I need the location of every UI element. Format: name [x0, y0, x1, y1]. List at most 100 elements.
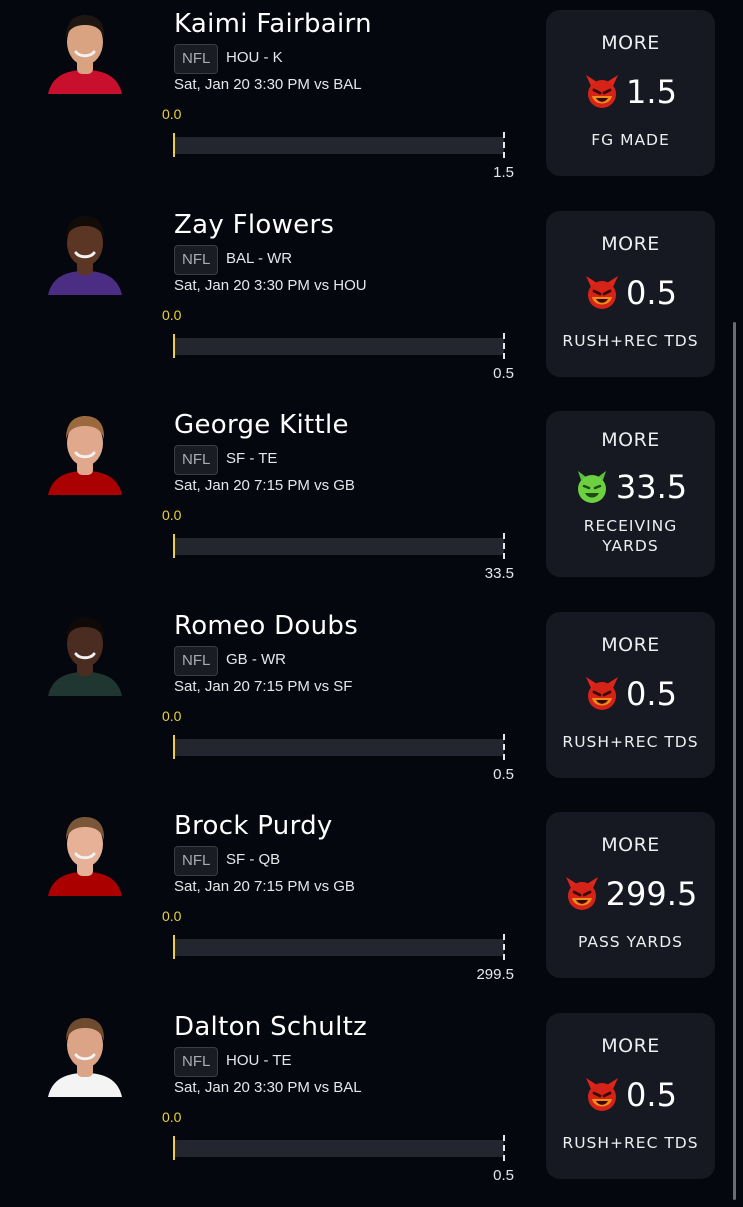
more-pick-button[interactable]: MORE 299.5 PASS YARDS: [546, 812, 715, 979]
more-pick-button[interactable]: MORE 1.5 FG MADE: [546, 10, 715, 176]
projection-list: Kaimi Fairbairn NFL HOU - K Sat, Jan 20 …: [0, 0, 743, 1200]
game-info: Sat, Jan 20 7:15 PM vs GB: [174, 477, 355, 495]
player-card-zay-flowers: Zay Flowers NFL BAL - WR Sat, Jan 20 3:3…: [0, 205, 743, 405]
red-devil-icon: [584, 1077, 620, 1113]
player-name[interactable]: Zay Flowers: [174, 210, 334, 240]
current-value: 0.0: [162, 908, 182, 925]
more-pick-button[interactable]: MORE 0.5 RUSH+REC TDS: [546, 611, 715, 778]
stat-label: RUSH+REC TDS: [562, 331, 699, 350]
line-row: 1.5: [546, 72, 715, 112]
target-value: 0.5: [493, 1167, 514, 1184]
league-badge: NFL: [174, 244, 219, 275]
game-info: Sat, Jan 20 3:30 PM vs BAL: [174, 76, 362, 93]
target-value: 1.5: [493, 164, 514, 181]
player-card-brock-purdy: Brock Purdy NFL SF - QB Sat, Jan 20 7:15…: [0, 806, 743, 1006]
progress-start-marker: [173, 333, 175, 358]
line-value: 299.5: [605, 875, 698, 914]
target-value: 0.5: [493, 364, 514, 382]
league-badge: NFL: [174, 645, 219, 676]
line-row: 0.5: [546, 273, 715, 313]
red-devil-icon: [584, 676, 620, 712]
player-card-kaimi-fairbairn: Kaimi Fairbairn NFL HOU - K Sat, Jan 20 …: [0, 4, 743, 204]
current-value: 0.0: [162, 507, 182, 524]
progress-track: [174, 137, 504, 154]
league-badge: NFL: [174, 1047, 219, 1077]
more-label: MORE: [601, 429, 660, 452]
team-position: BAL - WR: [226, 249, 293, 267]
progress-track: [174, 939, 504, 957]
more-pick-button[interactable]: MORE 33.5 RECEIVING YARDS: [546, 411, 715, 578]
stat-label: RECEIVING YARDS: [583, 517, 678, 556]
target-value: 33.5: [484, 565, 514, 583]
progress-track: [174, 1140, 504, 1157]
league-badge: NFL: [174, 846, 219, 877]
player-avatar[interactable]: [44, 405, 126, 496]
current-value: 0.0: [162, 106, 182, 122]
red-devil-icon: [584, 275, 620, 311]
player-card-romeo-doubs: Romeo Doubs NFL GB - WR Sat, Jan 20 7:15…: [0, 606, 743, 806]
progress-start-marker: [173, 935, 175, 960]
green-goblin-icon: [574, 469, 610, 505]
progress-start-marker: [173, 534, 175, 559]
line-value: 0.5: [626, 273, 677, 312]
team-position: GB - WR: [226, 650, 286, 668]
player-name[interactable]: George Kittle: [174, 410, 349, 440]
stat-label: RUSH+REC TDS: [562, 732, 699, 751]
current-value: 0.0: [162, 306, 182, 323]
more-pick-button[interactable]: MORE 0.5 RUSH+REC TDS: [546, 1013, 715, 1179]
player-name[interactable]: Brock Purdy: [174, 811, 333, 841]
player-avatar[interactable]: [44, 205, 126, 295]
more-label: MORE: [601, 32, 660, 54]
more-label: MORE: [601, 633, 660, 656]
current-value: 0.0: [162, 1109, 182, 1125]
progress-track: [174, 738, 504, 756]
more-label: MORE: [601, 834, 660, 857]
stat-label: RUSH+REC TDS: [562, 1134, 699, 1152]
line-row: 0.5: [546, 674, 715, 714]
line-value: 0.5: [626, 1076, 677, 1114]
player-avatar[interactable]: [44, 606, 126, 696]
game-info: Sat, Jan 20 3:30 PM vs BAL: [174, 1079, 362, 1096]
game-info: Sat, Jan 20 7:15 PM vs SF: [174, 677, 353, 695]
player-avatar[interactable]: [44, 806, 126, 897]
progress-target-marker: [503, 332, 505, 359]
progress-start-marker: [173, 1136, 175, 1160]
progress-target-marker: [503, 533, 505, 560]
player-name[interactable]: Dalton Schultz: [174, 1012, 367, 1042]
progress-track: [174, 337, 504, 355]
team-position: SF - TE: [226, 450, 278, 468]
red-devil-icon: [584, 74, 620, 110]
line-value: 1.5: [626, 73, 677, 111]
progress-target-marker: [503, 1135, 505, 1161]
line-value: 33.5: [615, 468, 688, 507]
progress-start-marker: [173, 734, 175, 759]
team-position: HOU - K: [226, 49, 283, 66]
red-devil-icon: [564, 876, 600, 912]
more-label: MORE: [601, 232, 660, 255]
line-row: 299.5: [546, 874, 715, 914]
player-name[interactable]: Romeo Doubs: [174, 611, 358, 641]
game-info: Sat, Jan 20 7:15 PM vs GB: [174, 878, 355, 896]
game-info: Sat, Jan 20 3:30 PM vs HOU: [174, 276, 367, 294]
progress-track: [174, 538, 504, 556]
target-value: 299.5: [476, 966, 514, 984]
more-pick-button[interactable]: MORE 0.5 RUSH+REC TDS: [546, 210, 715, 377]
player-avatar[interactable]: [44, 4, 126, 94]
league-badge: NFL: [174, 44, 219, 74]
more-label: MORE: [601, 1035, 660, 1057]
line-row: 33.5: [546, 467, 715, 507]
target-value: 0.5: [493, 765, 514, 783]
player-name[interactable]: Kaimi Fairbairn: [174, 9, 372, 39]
stat-label: FG MADE: [591, 131, 670, 149]
player-avatar[interactable]: [44, 1007, 126, 1097]
progress-target-marker: [503, 934, 505, 961]
team-position: HOU - TE: [226, 1052, 292, 1069]
line-row: 0.5: [546, 1075, 715, 1115]
player-card-george-kittle: George Kittle NFL SF - TE Sat, Jan 20 7:…: [0, 405, 743, 605]
scrollbar[interactable]: [733, 322, 736, 1200]
progress-target-marker: [503, 733, 505, 760]
team-position: SF - QB: [226, 851, 281, 869]
progress-start-marker: [173, 133, 175, 157]
player-card-dalton-schultz: Dalton Schultz NFL HOU - TE Sat, Jan 20 …: [0, 1007, 743, 1207]
progress-target-marker: [503, 132, 505, 158]
